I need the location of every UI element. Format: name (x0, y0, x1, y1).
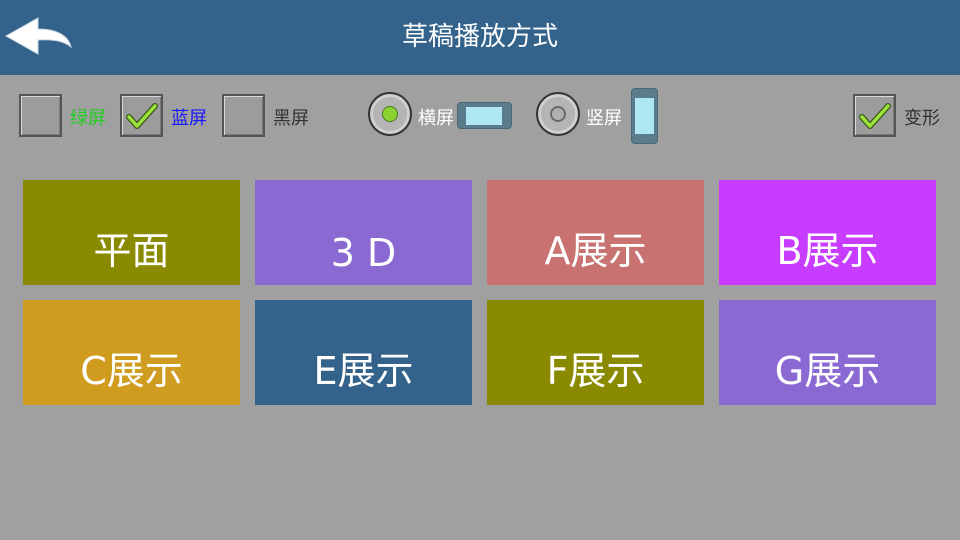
tile-label: E展示 (313, 349, 414, 393)
page-title: 草稿播放方式 (401, 22, 558, 52)
portrait-label: 竖屏 (586, 108, 622, 129)
tile-flat[interactable]: 平面 (23, 180, 240, 285)
tile-b[interactable]: B展示 (719, 180, 936, 285)
tile-a[interactable]: A展示 (487, 180, 704, 285)
header-bar: 草稿播放方式 (0, 0, 960, 75)
checkmark-icon (126, 103, 158, 129)
blue-screen-label: 蓝屏 (171, 108, 207, 129)
black-screen-checkbox[interactable] (222, 94, 265, 137)
green-screen-label: 绿屏 (70, 108, 106, 129)
deform-label: 变形 (904, 108, 940, 129)
tile-g[interactable]: G展示 (719, 300, 936, 405)
tile-label: C展示 (80, 349, 183, 393)
tile-e[interactable]: E展示 (255, 300, 472, 405)
landscape-radio[interactable] (368, 92, 412, 136)
checkmark-icon (859, 103, 891, 129)
deform-checkbox[interactable] (853, 94, 896, 137)
tile-label: G展示 (774, 349, 881, 393)
black-screen-label: 黑屏 (273, 108, 309, 129)
tile-label: F展示 (546, 349, 645, 393)
tile-label: 3 D (330, 231, 397, 275)
tile-c[interactable]: C展示 (23, 300, 240, 405)
landscape-label: 横屏 (418, 108, 454, 129)
portrait-device-icon (631, 88, 658, 144)
tile-label: 平面 (93, 229, 170, 273)
tile-label: B展示 (776, 229, 879, 273)
landscape-device-icon (457, 102, 512, 129)
radio-unselected-dot (550, 106, 566, 122)
portrait-radio[interactable] (536, 92, 580, 136)
tile-3d[interactable]: 3 D (255, 180, 472, 285)
blue-screen-checkbox[interactable] (120, 94, 163, 137)
tile-f[interactable]: F展示 (487, 300, 704, 405)
green-screen-checkbox[interactable] (19, 94, 62, 137)
tile-label: A展示 (544, 229, 647, 273)
radio-selected-dot (382, 106, 398, 122)
